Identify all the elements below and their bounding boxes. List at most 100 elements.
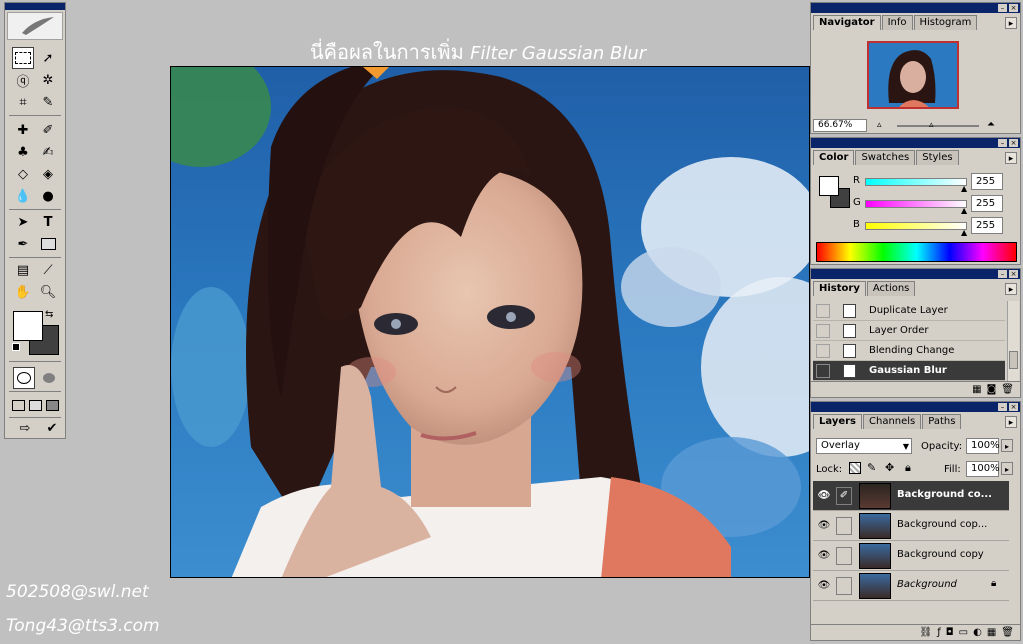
tab-actions[interactable]: Actions	[866, 281, 916, 296]
clone-stamp-tool-icon[interactable]: ♣	[12, 141, 34, 163]
close-icon[interactable]: ×	[1009, 403, 1018, 411]
channel-g-slider[interactable]	[865, 200, 967, 208]
checkmark-icon[interactable]: ✔	[41, 417, 63, 439]
color-ramp[interactable]	[816, 242, 1017, 262]
tab-info[interactable]: Info	[881, 15, 913, 30]
brush-icon[interactable]: ✐	[836, 487, 852, 505]
layer-mask-icon[interactable]: ◘	[946, 625, 954, 640]
navigator-thumbnail[interactable]	[867, 41, 959, 109]
lock-transparent-icon[interactable]	[849, 462, 861, 474]
zoom-in-icon[interactable]: ⏶	[987, 119, 995, 130]
layers-titlebar[interactable]: – ×	[811, 402, 1020, 412]
opacity-slider-arrow-icon[interactable]: ▸	[1001, 439, 1013, 452]
close-icon[interactable]: ×	[1009, 4, 1018, 12]
lock-position-icon[interactable]: ✥	[885, 461, 894, 474]
minimize-icon[interactable]: –	[998, 403, 1007, 411]
default-colors-icon[interactable]	[12, 343, 21, 352]
tab-layers[interactable]: Layers	[813, 414, 862, 429]
channel-r-slider[interactable]	[865, 178, 967, 186]
eye-icon[interactable]: 👁︎	[816, 519, 832, 533]
tab-styles[interactable]: Styles	[916, 150, 959, 165]
trash-icon[interactable]: 🗑︎	[1001, 625, 1014, 640]
history-scrollbar[interactable]	[1007, 301, 1019, 381]
channel-r-field[interactable]: 255	[971, 173, 1003, 190]
eyedropper-tool-icon[interactable]: ⟋	[37, 259, 59, 281]
healing-brush-tool-icon[interactable]: ✚	[12, 119, 34, 141]
fill-field[interactable]: 100%	[966, 461, 1000, 477]
full-screen-menu-mode-icon[interactable]	[27, 394, 43, 416]
new-layer-icon[interactable]: ▦	[987, 625, 996, 640]
crop-tool-icon[interactable]: ⌗	[12, 91, 34, 113]
slider-thumb-icon[interactable]: ▲	[961, 228, 967, 237]
palette-menu-icon[interactable]: ▸	[1005, 152, 1017, 164]
layer-row-background[interactable]: 👁︎ Background 🔒︎	[813, 571, 1009, 601]
move-tool-icon[interactable]: ➚	[37, 47, 59, 69]
opacity-field[interactable]: 100%	[966, 438, 1000, 454]
tab-navigator[interactable]: Navigator	[813, 15, 881, 30]
layer-row[interactable]: 👁︎ Background cop...	[813, 511, 1009, 541]
paint-bucket-tool-icon[interactable]: ◈	[37, 163, 59, 185]
marquee-tool-icon[interactable]	[12, 47, 34, 69]
channel-b-field[interactable]: 255	[971, 217, 1003, 234]
color-titlebar[interactable]: – ×	[811, 138, 1020, 148]
new-group-icon[interactable]: ▭	[959, 625, 968, 640]
dodge-tool-icon[interactable]: ●	[37, 185, 59, 207]
lasso-tool-icon[interactable]: ⓠ	[12, 69, 34, 91]
zoom-slider-thumb-icon[interactable]: ▵	[929, 120, 934, 130]
foreground-color-swatch[interactable]	[13, 311, 43, 341]
hand-tool-icon[interactable]: ✋	[12, 281, 34, 303]
tab-paths[interactable]: Paths	[922, 414, 962, 429]
toolbox-titlebar[interactable]	[5, 3, 65, 10]
pen-tool-icon[interactable]: ✒	[12, 233, 34, 255]
slice-tool-icon[interactable]: ✎	[37, 91, 59, 113]
link-slot[interactable]	[836, 517, 852, 535]
standard-screen-mode-icon[interactable]	[10, 394, 26, 416]
minimize-icon[interactable]: –	[998, 139, 1007, 147]
navigator-zoom-field[interactable]: 66.67%	[813, 119, 867, 132]
layer-row-active[interactable]: 👁︎ ✐ Background co...	[813, 481, 1009, 511]
close-icon[interactable]: ×	[1009, 139, 1018, 147]
layer-style-icon[interactable]: ƒ	[937, 625, 941, 640]
eraser-tool-icon[interactable]: ◇	[12, 163, 34, 185]
blend-mode-select[interactable]: Overlay ▼	[816, 438, 912, 454]
palette-menu-icon[interactable]: ▸	[1005, 17, 1017, 29]
full-screen-mode-icon[interactable]	[44, 394, 60, 416]
quick-mask-mode-icon[interactable]	[38, 367, 60, 389]
fill-slider-arrow-icon[interactable]: ▸	[1001, 462, 1013, 475]
link-layers-icon[interactable]: ⛓︎	[920, 625, 933, 640]
color-foreground-swatch[interactable]	[819, 176, 839, 196]
tab-channels[interactable]: Channels	[863, 414, 922, 429]
eye-icon[interactable]: 👁︎	[816, 579, 832, 593]
slider-thumb-icon[interactable]: ▲	[961, 184, 967, 193]
brush-tool-icon[interactable]: ✐	[37, 119, 59, 141]
adjustment-layer-icon[interactable]: ◐	[973, 625, 982, 640]
document-canvas[interactable]	[170, 66, 810, 578]
history-item[interactable]: Duplicate Layer	[813, 301, 1005, 321]
magic-wand-tool-icon[interactable]: ✲	[37, 69, 59, 91]
standard-mode-icon[interactable]	[13, 367, 35, 389]
palette-menu-icon[interactable]: ▸	[1005, 416, 1017, 428]
link-slot[interactable]	[836, 577, 852, 595]
history-brush-tool-icon[interactable]: ✍	[37, 141, 59, 163]
zoom-tool-icon[interactable]: 🔍︎	[37, 281, 59, 303]
blur-tool-icon[interactable]: 💧	[12, 185, 34, 207]
type-tool-icon[interactable]: T	[37, 211, 59, 233]
channel-b-slider[interactable]	[865, 222, 967, 230]
zoom-slider[interactable]	[897, 125, 979, 127]
new-snapshot-icon[interactable]: ◙	[987, 382, 997, 397]
palette-menu-icon[interactable]: ▸	[1005, 283, 1017, 295]
tab-histogram[interactable]: Histogram	[913, 15, 978, 30]
close-icon[interactable]: ×	[1009, 270, 1018, 278]
channel-g-field[interactable]: 255	[971, 195, 1003, 212]
slider-thumb-icon[interactable]: ▲	[961, 206, 967, 215]
new-document-from-state-icon[interactable]: ▦	[972, 382, 981, 397]
layer-row[interactable]: 👁︎ Background copy	[813, 541, 1009, 571]
zoom-out-icon[interactable]: ▵	[877, 120, 882, 130]
lock-image-icon[interactable]: ✎	[867, 461, 876, 474]
eye-icon[interactable]: 👁︎	[816, 549, 832, 563]
jump-to-imageready-icon[interactable]: ⇨	[12, 417, 38, 439]
lock-all-icon[interactable]: 🔒︎	[905, 461, 911, 475]
history-item[interactable]: Layer Order	[813, 321, 1005, 341]
photoshop-feather-logo[interactable]	[7, 12, 63, 40]
tab-history[interactable]: History	[813, 281, 866, 296]
